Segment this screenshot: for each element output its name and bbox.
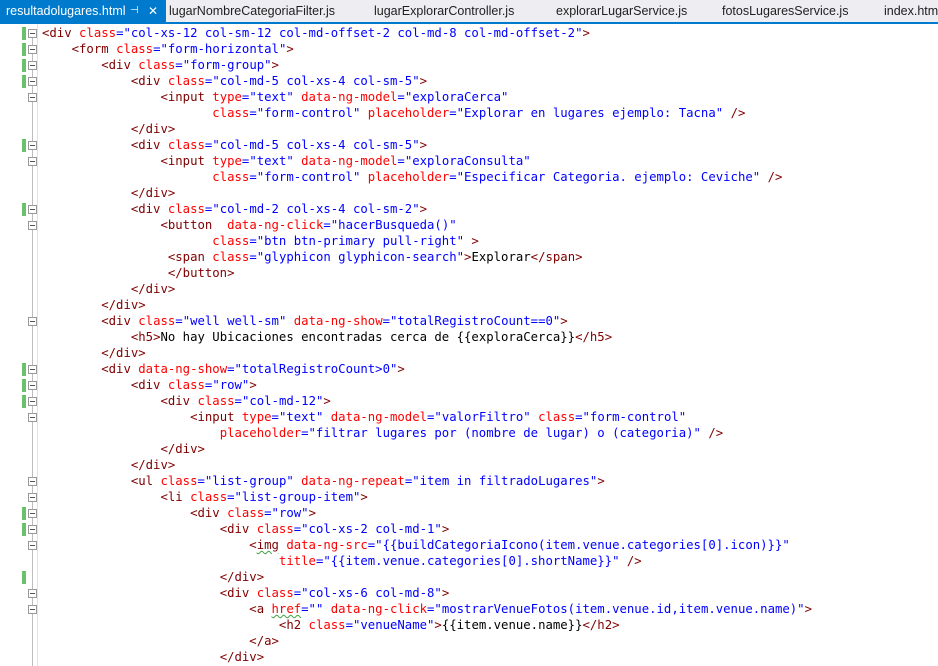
collapse-icon[interactable] [28, 221, 37, 230]
tab-lugarnombrecategoriafilter[interactable]: lugarNombreCategoriaFilter.js [169, 0, 335, 22]
collapse-icon[interactable] [28, 477, 37, 486]
collapse-icon[interactable] [28, 205, 37, 214]
change-marker [22, 27, 26, 40]
tab-resultadolugares[interactable]: resultadolugares.html ⊣ ✕ [0, 0, 166, 22]
code-line[interactable]: placeholder="filtrar lugares por (nombre… [42, 425, 723, 441]
change-marker [22, 43, 26, 56]
change-marker [22, 59, 26, 72]
code-line[interactable]: <form class="form-horizontal"> [42, 41, 294, 57]
collapse-icon[interactable] [28, 317, 37, 326]
code-line[interactable]: <div class="form-group"> [42, 57, 279, 73]
collapse-icon[interactable] [28, 525, 37, 534]
change-marker [22, 571, 26, 584]
code-line[interactable]: <div class="col-md-5 col-xs-4 col-sm-5"> [42, 137, 427, 153]
change-marker [22, 395, 26, 408]
code-line[interactable]: <div class="well well-sm" data-ng-show="… [42, 313, 567, 329]
code-line[interactable]: class="form-control" placeholder="Explor… [42, 105, 745, 121]
collapse-icon[interactable] [28, 381, 37, 390]
close-icon[interactable]: ✕ [148, 0, 158, 22]
code-line[interactable]: <a href="" data-ng-click="mostrarVenueFo… [42, 601, 812, 617]
code-line[interactable]: <div class="col-md-5 col-xs-4 col-sm-5"> [42, 73, 427, 89]
collapse-icon[interactable] [28, 45, 37, 54]
code-line[interactable]: </div> [42, 297, 145, 313]
pin-icon[interactable]: ⊣ [130, 0, 139, 22]
code-line[interactable]: </button> [42, 265, 235, 281]
code-line[interactable]: <button data-ng-click="hacerBusqueda()" [42, 217, 456, 233]
code-line[interactable]: title="{{item.venue.categories[0].shortN… [42, 553, 642, 569]
tab-lugarexplorarcontroller[interactable]: lugarExplorarController.js [374, 0, 514, 22]
code-line[interactable]: </div> [42, 457, 175, 473]
collapse-icon[interactable] [28, 77, 37, 86]
code-line[interactable]: <div class="col-md-2 col-xs-4 col-sm-2"> [42, 201, 427, 217]
code-line[interactable]: class="btn btn-primary pull-right" > [42, 233, 479, 249]
collapse-icon[interactable] [28, 413, 37, 422]
code-line[interactable]: <ul class="list-group" data-ng-repeat="i… [42, 473, 605, 489]
code-line[interactable]: <div class="col-xs-6 col-md-8"> [42, 585, 450, 601]
code-line[interactable]: class="form-control" placeholder="Especi… [42, 169, 782, 185]
code-line[interactable]: <h2 class="venueName">{{item.venue.name}… [42, 617, 620, 633]
code-line[interactable]: <div class="row"> [42, 505, 316, 521]
code-line[interactable]: <span class="glyphicon glyphicon-search"… [42, 249, 583, 265]
code-line[interactable]: </div> [42, 441, 204, 457]
change-marker [22, 523, 26, 536]
code-line[interactable]: <li class="list-group-item"> [42, 489, 367, 505]
outline-guide [32, 34, 33, 666]
collapse-icon[interactable] [28, 397, 37, 406]
collapse-icon[interactable] [28, 509, 37, 518]
collapse-icon[interactable] [28, 605, 37, 614]
code-line[interactable]: <div class="col-xs-12 col-sm-12 col-md-o… [42, 25, 590, 41]
code-line[interactable]: <div data-ng-show="totalRegistroCount>0"… [42, 361, 405, 377]
code-line[interactable]: <div class="row"> [42, 377, 257, 393]
code-line[interactable]: </div> [42, 121, 175, 137]
code-line[interactable]: <div class="col-md-12"> [42, 393, 330, 409]
code-line[interactable]: <input type="text" data-ng-model="explor… [42, 153, 530, 169]
change-marker [22, 363, 26, 376]
change-marker [22, 507, 26, 520]
editor-gutter [0, 24, 38, 666]
collapse-icon[interactable] [28, 93, 37, 102]
change-marker [22, 203, 26, 216]
collapse-icon[interactable] [28, 141, 37, 150]
code-line[interactable]: <input type="text" data-ng-model="explor… [42, 89, 508, 105]
collapse-icon[interactable] [28, 157, 37, 166]
collapse-icon[interactable] [28, 61, 37, 70]
collapse-icon[interactable] [28, 29, 37, 38]
collapse-icon[interactable] [28, 365, 37, 374]
change-marker [22, 75, 26, 88]
tab-index[interactable]: index.htm [884, 0, 938, 22]
change-marker [22, 139, 26, 152]
code-line[interactable]: <input type="text" data-ng-model="valorF… [42, 409, 686, 425]
code-line[interactable]: </div> [42, 345, 145, 361]
code-line[interactable]: </div> [42, 569, 264, 585]
code-line[interactable]: </a> [42, 633, 279, 649]
change-marker [22, 379, 26, 392]
code-line[interactable]: </div> [42, 185, 175, 201]
collapse-icon[interactable] [28, 493, 37, 502]
editor-tab-bar: resultadolugares.html ⊣ ✕ lugarNombreCat… [0, 0, 938, 24]
tab-fotoslugaresservice[interactable]: fotosLugaresService.js [722, 0, 848, 22]
code-editor[interactable]: <div class="col-xs-12 col-sm-12 col-md-o… [42, 24, 932, 666]
code-line[interactable]: <div class="col-xs-2 col-md-1"> [42, 521, 450, 537]
collapse-icon[interactable] [28, 589, 37, 598]
tab-label: resultadolugares.html [6, 4, 126, 18]
tab-explorarlugarservice[interactable]: explorarLugarService.js [556, 0, 687, 22]
code-line[interactable]: <h5>No hay Ubicaciones encontradas cerca… [42, 329, 612, 345]
code-line[interactable]: </div> [42, 281, 175, 297]
code-line[interactable]: </div> [42, 649, 264, 665]
code-line[interactable]: <img data-ng-src="{{buildCategoriaIcono(… [42, 537, 789, 553]
collapse-icon[interactable] [28, 541, 37, 550]
